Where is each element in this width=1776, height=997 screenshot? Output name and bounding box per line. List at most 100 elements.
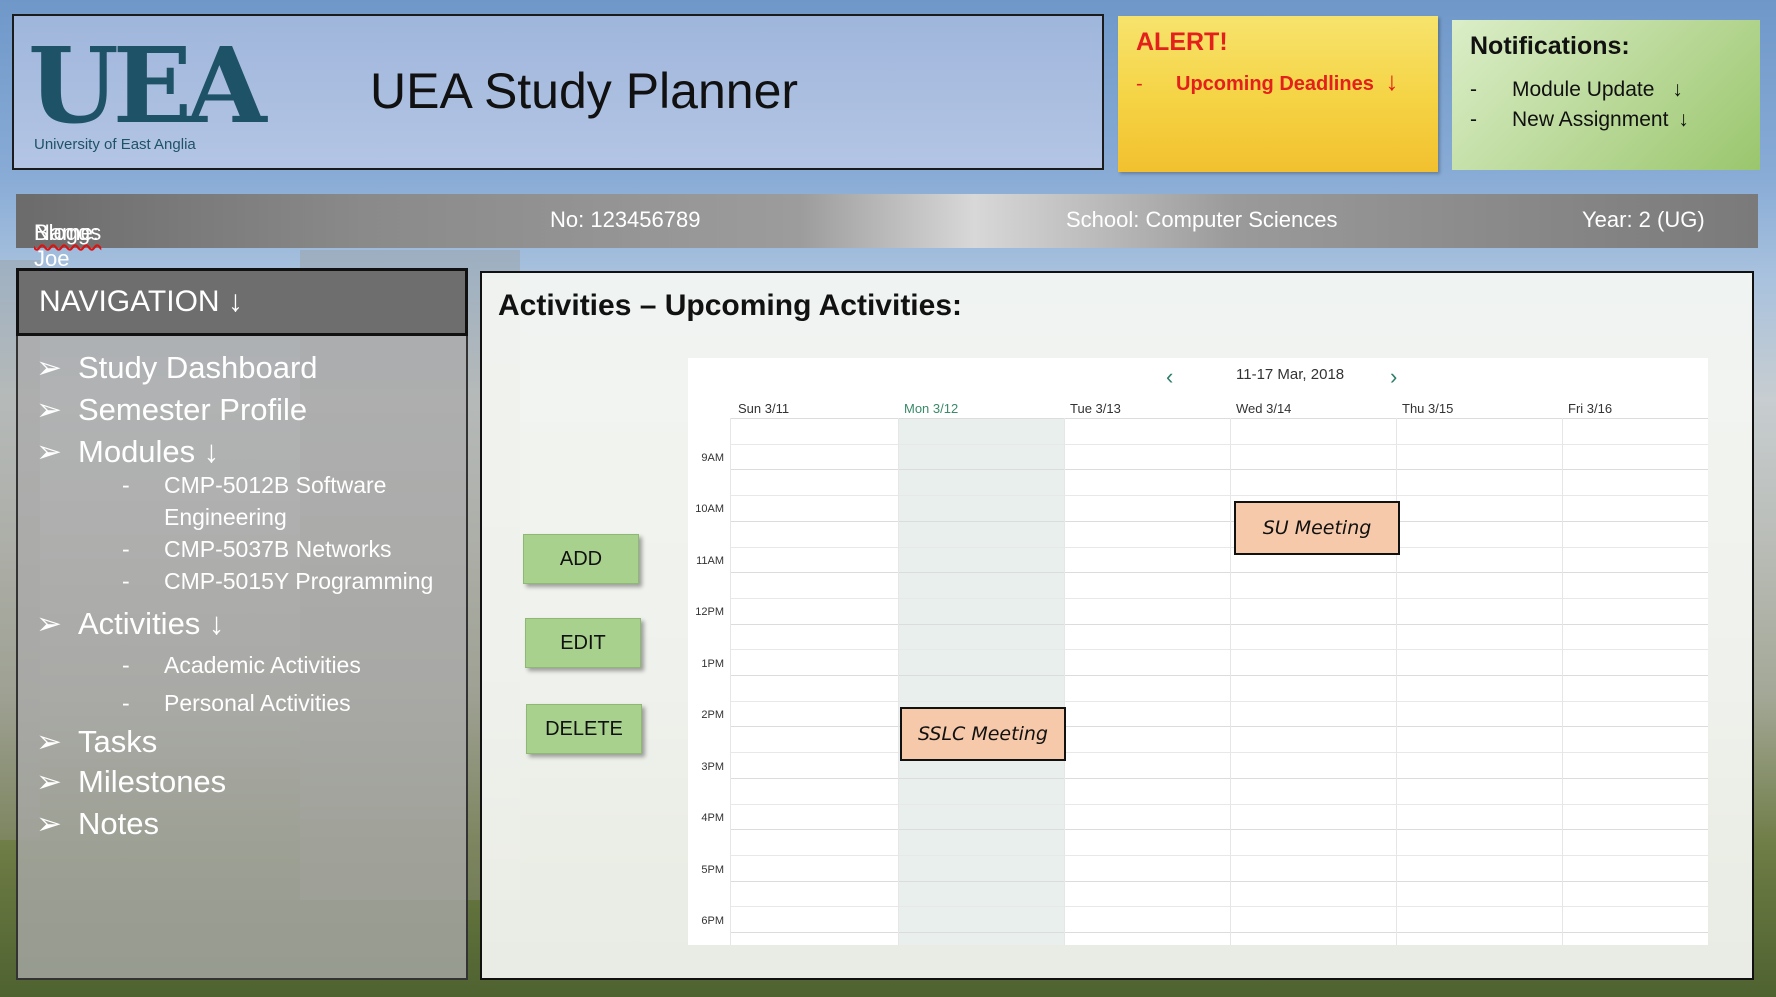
nav-subitem-label: CMP-5012B Software [164,472,387,498]
time-label: 12PM [695,606,724,618]
grid-line-vertical [1064,418,1065,945]
sub-dash: - [122,652,130,678]
nav-subitem-networks[interactable]: - CMP-5037B Networks [122,536,392,563]
navigation-header-label: NAVIGATION ↓ [39,285,243,318]
nav-item-study-dashboard[interactable]: ➢ Study Dashboard [36,350,318,386]
sub-dash: - [122,568,130,594]
time-label: 4PM [701,812,724,824]
next-week-icon[interactable]: › [1390,364,1397,390]
notifications-title: Notifications: [1470,32,1630,60]
grid-line-vertical [730,418,731,945]
time-label: 2PM [701,709,724,721]
student-name-last: Bloggs [34,220,102,245]
edit-button[interactable]: EDIT [525,618,641,668]
bullet-arrow-icon: ➢ [36,392,62,427]
nav-item-label: Tasks [78,724,158,759]
nav-subitem-software-engineering-cont[interactable]: Engineering [164,504,287,531]
grid-line-vertical [898,418,899,945]
nav-item-label: Modules ↓ [78,434,220,469]
sub-dash: - [122,690,130,716]
grid-line-vertical [1562,418,1563,945]
time-label: 5PM [701,864,724,876]
notification-label: New Assignment [1512,108,1669,131]
alert-dash: - [1136,73,1143,95]
activities-panel: Activities – Upcoming Activities: ADD ED… [480,271,1754,980]
page-title: Activities – Upcoming Activities: [498,289,963,322]
nav-item-milestones[interactable]: ➢ Milestones [36,764,226,800]
grid-line-vertical [1230,418,1231,945]
day-header-today[interactable]: Mon 3/12 [904,401,958,416]
navigation-menu: ➢ Study Dashboard ➢ Semester Profile ➢ Modu… [16,336,468,980]
bullet-arrow-icon: ➢ [36,764,62,799]
nav-subitem-label: Academic Activities [164,652,361,678]
nav-item-label: Milestones [78,764,227,799]
uea-logo[interactable]: UEA [28,34,267,144]
nav-subitem-academic-activities[interactable]: - Academic Activities [122,652,361,679]
nav-item-modules[interactable]: ➢ Modules ↓ [36,434,219,470]
nav-item-activities[interactable]: ➢ Activities ↓ [36,606,224,642]
nav-subitem-label: Engineering [164,504,287,530]
nav-subitem-label: Personal Activities [164,690,351,716]
calendar-date-range: 11-17 Mar, 2018 [1236,366,1345,383]
nav-item-label: Study Dashboard [78,350,318,385]
time-label: 9AM [701,452,724,464]
day-header[interactable]: Wed 3/14 [1236,401,1291,416]
bullet-arrow-icon: ➢ [36,606,62,641]
nav-item-label: Semester Profile [78,392,308,427]
student-info-bar: Name: Joe Bloggs No: 123456789 School: C… [16,194,1758,271]
time-label: 1PM [701,658,724,670]
time-label: 6PM [701,915,724,927]
event-sslc-meeting[interactable]: SSLC Meeting [900,707,1066,761]
uea-logo-subtitle: University of East Anglia [34,136,196,153]
navigation-header[interactable]: NAVIGATION ↓ [16,268,468,336]
student-number: No: 123456789 [550,207,701,232]
alert-item-label: Upcoming Deadlines [1176,73,1374,95]
notification-new-assignment[interactable]: - New Assignment ↓ [1470,108,1689,132]
today-column-highlight [898,418,1064,945]
alert-panel: ALERT! - Upcoming Deadlines ↓ [1118,16,1438,172]
alert-upcoming-deadlines[interactable]: - Upcoming Deadlines ↓ [1136,66,1398,97]
sub-dash: - [122,536,130,562]
bullet-arrow-icon: ➢ [36,806,62,841]
student-school: School: Computer Sciences [1066,207,1338,232]
bullet-arrow-icon: ➢ [36,724,62,759]
notification-dash: - [1470,78,1477,101]
day-header[interactable]: Sun 3/11 [738,401,789,416]
bullet-arrow-icon: ➢ [36,434,62,469]
nav-item-label: Activities ↓ [78,606,225,641]
previous-week-icon[interactable]: ‹ [1166,364,1173,390]
arrow-down-icon: ↓ [1678,108,1689,131]
sub-dash: - [122,472,130,498]
day-header[interactable]: Fri 3/16 [1568,401,1612,416]
nav-subitem-software-engineering[interactable]: - CMP-5012B Software [122,472,387,499]
nav-subitem-programming[interactable]: - CMP-5015Y Programming [122,568,434,595]
nav-item-notes[interactable]: ➢ Notes [36,806,159,842]
alert-title: ALERT! [1136,28,1228,56]
event-su-meeting[interactable]: SU Meeting [1234,501,1400,555]
notification-dash: - [1470,108,1477,131]
bullet-arrow-icon: ➢ [36,350,62,385]
add-button[interactable]: ADD [523,534,639,584]
app-header: UEA University of East Anglia UEA Study … [12,14,1104,170]
arrow-down-icon: ↓ [1672,78,1683,101]
time-label: 11AM [696,555,724,567]
app-title: UEA Study Planner [370,63,799,119]
nav-item-tasks[interactable]: ➢ Tasks [36,724,157,760]
grid-line-vertical [1396,418,1397,945]
time-label: 3PM [701,761,724,773]
day-header[interactable]: Tue 3/13 [1070,401,1121,416]
nav-subitem-label: CMP-5037B Networks [164,536,392,562]
nav-subitem-personal-activities[interactable]: - Personal Activities [122,690,351,717]
delete-button[interactable]: DELETE [526,704,642,754]
nav-item-semester-profile[interactable]: ➢ Semester Profile [36,392,307,428]
nav-item-label: Notes [78,806,159,841]
arrow-down-icon: ↓ [1385,66,1399,96]
notification-label: Module Update [1512,78,1655,101]
nav-subitem-label: CMP-5015Y Programming [164,568,434,594]
day-header[interactable]: Thu 3/15 [1402,401,1453,416]
notifications-panel: Notifications: - Module Update ↓ - New Ass… [1452,20,1760,170]
student-year: Year: 2 (UG) [1582,207,1705,232]
time-label: 10AM [695,503,724,515]
week-calendar: ‹ 11-17 Mar, 2018 › Sun 3/11 Mon 3/12 Tu… [688,358,1708,945]
notification-module-update[interactable]: - Module Update ↓ [1470,78,1683,102]
